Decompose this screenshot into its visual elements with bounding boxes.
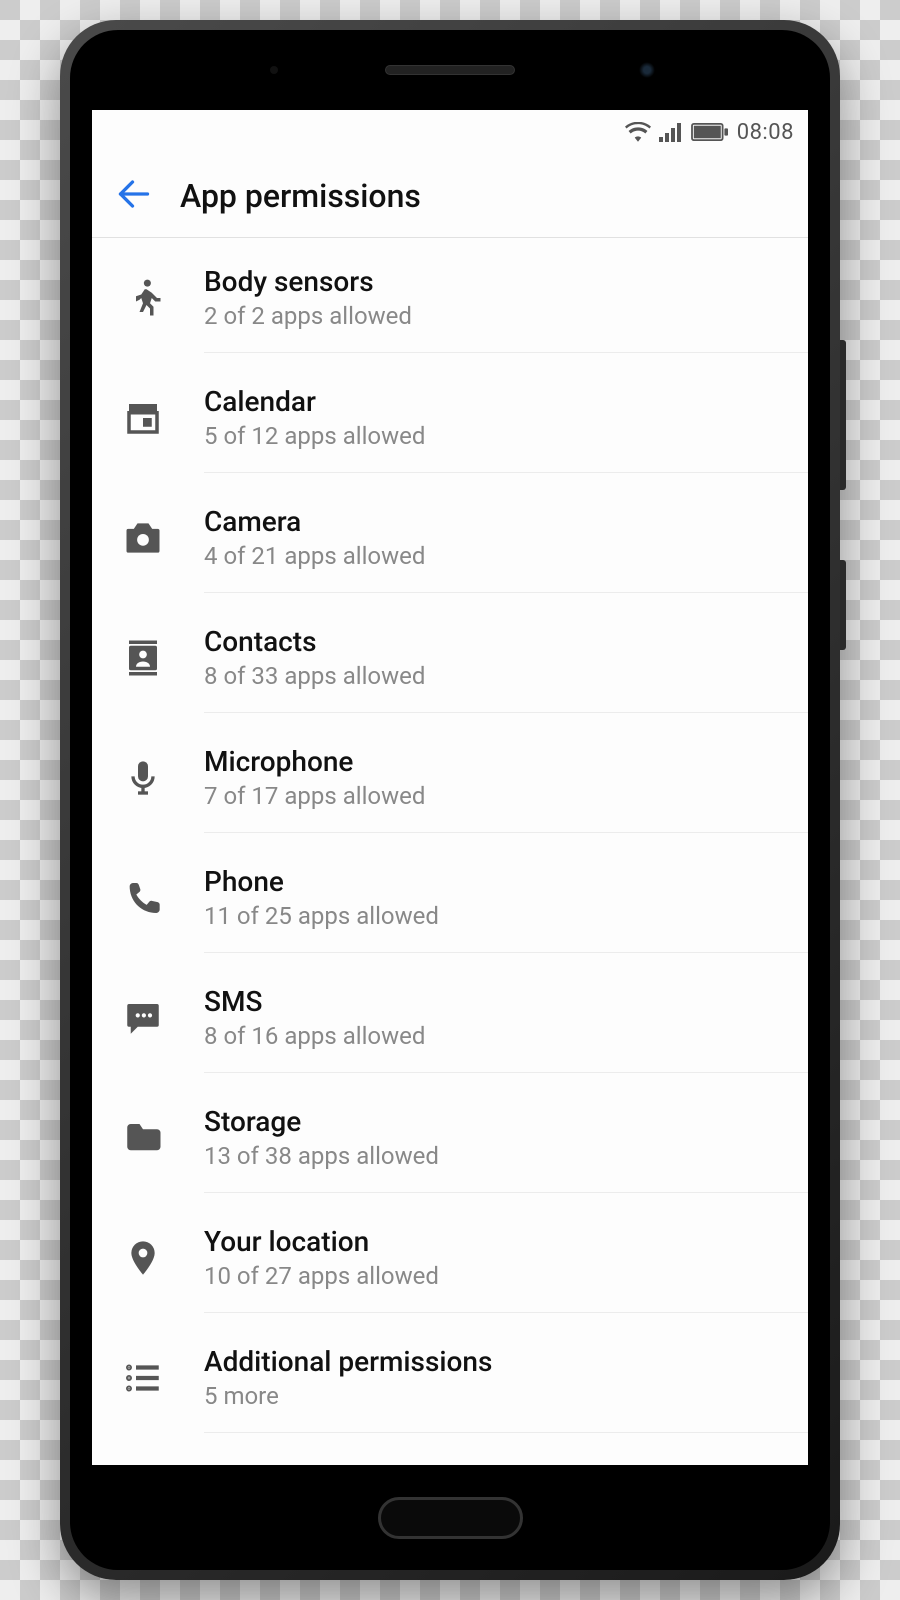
permission-title: Storage [204,1105,790,1138]
volume-button [840,340,846,490]
phone-frame: 08:08 App permissions [60,20,840,1580]
signal-icon [659,122,683,142]
permission-sub: 5 more [204,1382,790,1410]
status-bar: 08:08 [92,110,808,154]
permission-contacts[interactable]: Contacts 8 of 33 apps allowed [116,598,808,718]
calendar-icon [116,397,170,439]
home-button[interactable] [378,1497,523,1539]
permission-sub: 10 of 27 apps allowed [204,1262,790,1290]
permission-sub: 2 of 2 apps allowed [204,302,790,330]
phone-icon [116,878,170,918]
running-icon [116,277,170,319]
permission-additional[interactable]: Additional permissions 5 more [116,1318,808,1438]
permission-title: Contacts [204,625,790,658]
permission-storage[interactable]: Storage 13 of 38 apps allowed [116,1078,808,1198]
permission-sub: 4 of 21 apps allowed [204,542,790,570]
page-title: App permissions [180,177,421,215]
app-bar: App permissions [92,154,808,238]
battery-icon [691,123,729,141]
bottom-bezel [70,1465,830,1570]
permission-camera[interactable]: Camera 4 of 21 apps allowed [116,478,808,598]
permission-sub: 11 of 25 apps allowed [204,902,790,930]
permission-title: SMS [204,985,790,1018]
permission-sub: 7 of 17 apps allowed [204,782,790,810]
sms-icon [116,997,170,1039]
screen: 08:08 App permissions [92,110,808,1465]
permission-sub: 8 of 33 apps allowed [204,662,790,690]
top-bezel [70,30,830,110]
permission-title: Camera [204,505,790,538]
permission-title: Body sensors [204,265,790,298]
location-icon [116,1238,170,1278]
permission-sub: 8 of 16 apps allowed [204,1022,790,1050]
permissions-list[interactable]: Body sensors 2 of 2 apps allowed Calenda… [92,238,808,1465]
storage-icon [116,1117,170,1159]
list-icon [116,1357,170,1399]
permission-title: Phone [204,865,790,898]
permission-microphone[interactable]: Microphone 7 of 17 apps allowed [116,718,808,838]
contacts-icon [116,637,170,679]
power-button [840,560,846,650]
permission-title: Calendar [204,385,790,418]
permission-calendar[interactable]: Calendar 5 of 12 apps allowed [116,358,808,478]
status-time: 08:08 [737,120,794,145]
permission-body-sensors[interactable]: Body sensors 2 of 2 apps allowed [116,238,808,358]
permission-title: Microphone [204,745,790,778]
wifi-icon [625,122,651,142]
back-arrow-icon [116,176,152,212]
mic-icon [116,758,170,798]
permission-title: Additional permissions [204,1345,790,1378]
permission-sms[interactable]: SMS 8 of 16 apps allowed [116,958,808,1078]
back-button[interactable] [116,176,152,216]
permission-title: Your location [204,1225,790,1258]
camera-icon [116,516,170,560]
permission-sub: 13 of 38 apps allowed [204,1142,790,1170]
permission-location[interactable]: Your location 10 of 27 apps allowed [116,1198,808,1318]
permission-sub: 5 of 12 apps allowed [204,422,790,450]
permission-phone[interactable]: Phone 11 of 25 apps allowed [116,838,808,958]
